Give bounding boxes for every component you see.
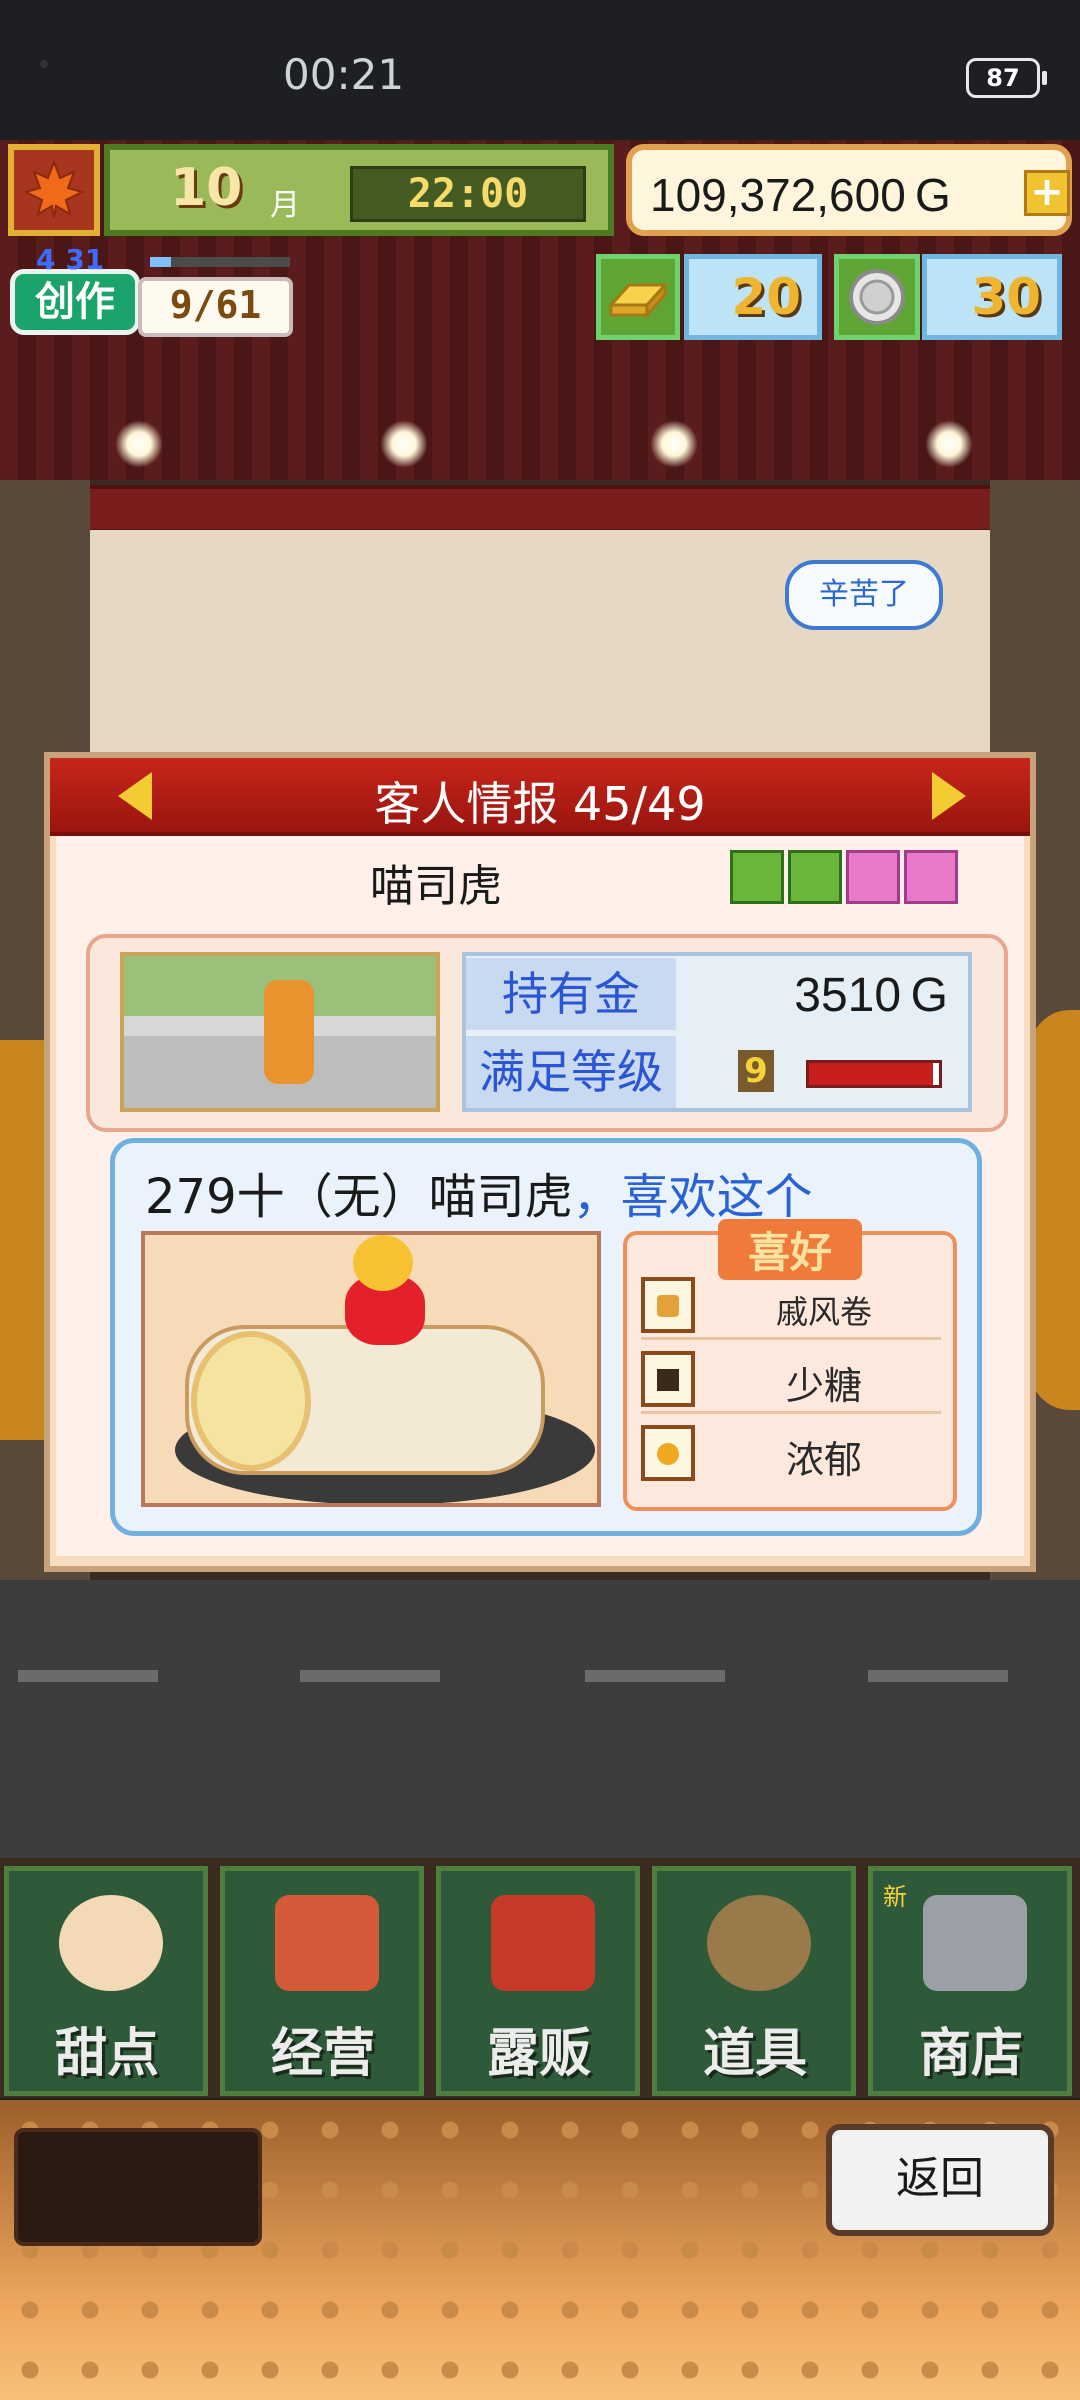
creation-badge[interactable]: 创作 4 31 9/61	[10, 243, 293, 345]
hobby-row: 浓郁	[641, 1421, 941, 1485]
staff-speech-bubble: 辛苦了	[785, 560, 943, 630]
month-number: 10	[170, 158, 243, 218]
nav-label: 甜点	[54, 2024, 159, 2084]
creation-count: 9/61	[138, 277, 293, 337]
creation-progress-fill	[150, 257, 171, 267]
next-customer-arrow-icon[interactable]	[932, 772, 966, 820]
gift-box-icon	[788, 850, 842, 904]
game-clock: 22:00	[350, 166, 586, 222]
rich-flavor-icon	[641, 1425, 695, 1481]
gift-rating	[730, 850, 990, 910]
gift-box-icon	[904, 850, 958, 904]
nav-label: 道具	[702, 2024, 807, 2084]
nav-label: 商店	[918, 2024, 1023, 2084]
customer-money-value: 3510 G	[794, 969, 948, 1022]
season-maple-leaf-icon[interactable]	[8, 144, 100, 236]
creation-progress-bar	[150, 257, 290, 267]
ceiling-light	[380, 420, 428, 468]
nav-label: 露贩	[486, 2024, 591, 2084]
hobby-row: 戚风卷	[641, 1273, 941, 1340]
status-bar: 00:21 87	[0, 0, 1080, 140]
cake-roll-icon	[641, 1277, 695, 1333]
camera-dot	[40, 60, 48, 68]
preference-text: 279十（无）喵司虎，喜欢这个	[145, 1157, 813, 1227]
satisfaction-bar-fill	[809, 1063, 933, 1085]
tiger-customer-sprite	[264, 980, 314, 1084]
shop-icon	[275, 1895, 379, 1991]
back-button[interactable]: 返回	[826, 2124, 1054, 2236]
nav-stall-button[interactable]: 露贩	[436, 1866, 640, 2096]
satisfaction-bar	[806, 1060, 942, 1088]
ceiling-light	[115, 420, 163, 468]
hobby-box: 喜好 戚风卷 少糖 浓郁	[623, 1219, 957, 1511]
money-value: 109,372,600 G	[650, 169, 951, 221]
satisfaction-label: 满足等级	[466, 1036, 676, 1108]
lane-marking	[300, 1670, 440, 1682]
medal-count: 30	[922, 254, 1062, 340]
hobby-title: 喜好	[717, 1219, 862, 1280]
nav-desserts-button[interactable]: 甜点	[4, 1866, 208, 2096]
medal-icon	[834, 254, 920, 340]
shop-awning	[45, 485, 1043, 533]
sugar-icon	[641, 1351, 695, 1407]
status-time: 00:21	[283, 50, 405, 99]
hobby-label: 少糖	[785, 1364, 862, 1408]
preference-text-main: 279十（无）喵司虎	[145, 1169, 573, 1225]
customer-stats: 持有金 3510 G 满足等级 9	[462, 952, 972, 1112]
food-truck-icon	[491, 1895, 595, 1991]
satisfaction-level: 9	[738, 1050, 774, 1092]
bottom-nav: 甜点 经营 露贩 道具 新 商店	[0, 1858, 1080, 2098]
hobby-title-wrapper: 喜好	[627, 1219, 953, 1280]
creation-label: 创作	[10, 269, 140, 335]
items-icon	[707, 1895, 811, 1991]
cake-icon	[59, 1895, 163, 1991]
lane-marking	[18, 1670, 158, 1682]
preference-text-highlight: ，喜欢这个	[572, 1169, 813, 1225]
gift-box-icon	[846, 850, 900, 904]
customer-name: 喵司虎	[370, 861, 502, 912]
money-label: 持有金	[466, 958, 676, 1030]
month-label: 月	[270, 188, 300, 223]
ceiling-light	[925, 420, 973, 468]
gold-bar-count: 20	[684, 254, 822, 340]
customer-portrait	[120, 952, 440, 1112]
battery-indicator: 87	[966, 58, 1047, 98]
panel-header: 客人情报 45/49	[50, 758, 1030, 836]
nav-store-button[interactable]: 新 商店	[868, 1866, 1072, 2096]
hobby-row: 少糖	[641, 1347, 941, 1414]
customer-info-panel: 客人情报 45/49 喵司虎 持有金 3510 G 满足等级 9 279十（无）…	[44, 752, 1036, 1572]
hobby-label: 浓郁	[785, 1438, 862, 1482]
panel-title: 客人情报 45/49	[374, 777, 706, 831]
message-slot	[14, 2128, 262, 2246]
add-money-button[interactable]: +	[1024, 170, 1070, 216]
favorite-dessert-image	[141, 1231, 601, 1507]
nav-management-button[interactable]: 经营	[220, 1866, 424, 2096]
gift-box-icon	[730, 850, 784, 904]
cake-topper	[353, 1235, 413, 1291]
street	[0, 1580, 1080, 1860]
gold-bar-icon	[596, 254, 680, 340]
cake-swirl	[191, 1331, 311, 1471]
ceiling-light	[650, 420, 698, 468]
preference-box: 279十（无）喵司虎，喜欢这个 喜好 戚风卷 少糖 浓郁	[110, 1138, 982, 1536]
new-badge: 新	[883, 1883, 907, 1911]
nav-label: 经营	[270, 2024, 375, 2084]
cart-icon	[923, 1895, 1027, 1991]
money-display: 109,372,600 G +	[626, 144, 1072, 236]
creation-date: 4 31	[36, 243, 105, 276]
nav-items-button[interactable]: 道具	[652, 1866, 856, 2096]
date-time-display: 10 月 22:00	[104, 144, 614, 236]
lane-marking	[868, 1670, 1008, 1682]
lane-marking	[585, 1670, 725, 1682]
autumn-tree	[1030, 1010, 1080, 1410]
hobby-label: 戚风卷	[775, 1293, 872, 1331]
